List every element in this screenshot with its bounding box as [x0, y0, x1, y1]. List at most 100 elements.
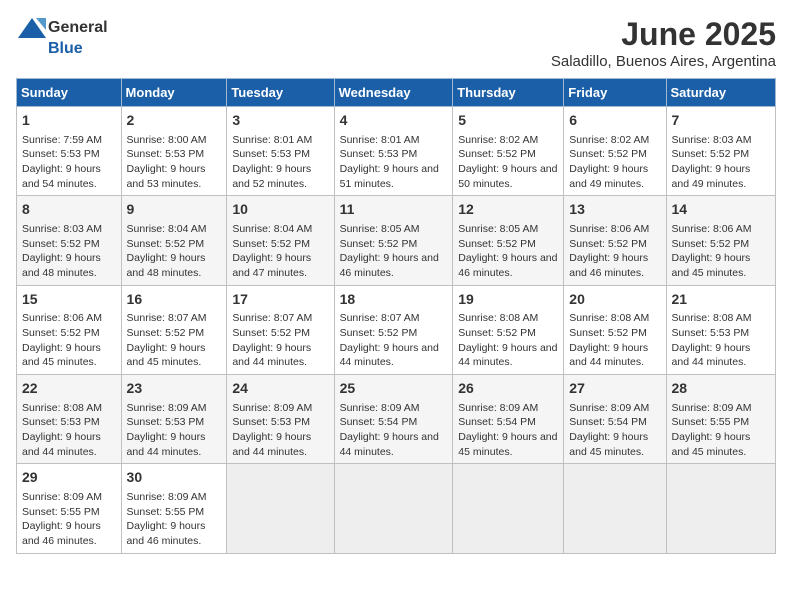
day-number: 23 — [127, 379, 222, 399]
calendar-cell — [666, 464, 775, 553]
daylight-text: Daylight: 9 hours and 54 minutes. — [22, 163, 101, 190]
title-area: June 2025 Saladillo, Buenos Aires, Argen… — [551, 16, 776, 70]
calendar-cell: 6Sunrise: 8:02 AMSunset: 5:52 PMDaylight… — [564, 107, 666, 196]
calendar-cell: 8Sunrise: 8:03 AMSunset: 5:52 PMDaylight… — [17, 196, 122, 285]
sunrise-text: Sunrise: 8:07 AM — [340, 312, 420, 324]
sunset-text: Sunset: 5:52 PM — [672, 238, 750, 250]
col-header-wednesday: Wednesday — [334, 79, 453, 107]
week-row-5: 29Sunrise: 8:09 AMSunset: 5:55 PMDayligh… — [17, 464, 776, 553]
daylight-text: Daylight: 9 hours and 45 minutes. — [458, 431, 557, 458]
sunrise-text: Sunrise: 8:01 AM — [340, 134, 420, 146]
sunrise-text: Sunrise: 8:01 AM — [232, 134, 312, 146]
day-number: 2 — [127, 111, 222, 131]
sunrise-text: Sunrise: 8:08 AM — [672, 312, 752, 324]
calendar-cell: 23Sunrise: 8:09 AMSunset: 5:53 PMDayligh… — [121, 375, 227, 464]
sunrise-text: Sunrise: 8:09 AM — [127, 491, 207, 503]
calendar-cell: 13Sunrise: 8:06 AMSunset: 5:52 PMDayligh… — [564, 196, 666, 285]
week-row-2: 8Sunrise: 8:03 AMSunset: 5:52 PMDaylight… — [17, 196, 776, 285]
week-row-4: 22Sunrise: 8:08 AMSunset: 5:53 PMDayligh… — [17, 375, 776, 464]
daylight-text: Daylight: 9 hours and 45 minutes. — [672, 252, 751, 279]
sunset-text: Sunset: 5:53 PM — [672, 327, 750, 339]
sunrise-text: Sunrise: 8:07 AM — [232, 312, 312, 324]
logo-icon — [16, 16, 48, 40]
day-number: 18 — [340, 290, 448, 310]
sunset-text: Sunset: 5:55 PM — [672, 416, 750, 428]
col-header-friday: Friday — [564, 79, 666, 107]
calendar-cell: 27Sunrise: 8:09 AMSunset: 5:54 PMDayligh… — [564, 375, 666, 464]
calendar-cell: 4Sunrise: 8:01 AMSunset: 5:53 PMDaylight… — [334, 107, 453, 196]
sunset-text: Sunset: 5:53 PM — [127, 148, 205, 160]
sunset-text: Sunset: 5:52 PM — [340, 327, 418, 339]
day-number: 4 — [340, 111, 448, 131]
daylight-text: Daylight: 9 hours and 49 minutes. — [569, 163, 648, 190]
day-number: 1 — [22, 111, 116, 131]
calendar-cell: 12Sunrise: 8:05 AMSunset: 5:52 PMDayligh… — [453, 196, 564, 285]
location-title: Saladillo, Buenos Aires, Argentina — [551, 53, 776, 70]
day-number: 20 — [569, 290, 660, 310]
calendar-cell: 19Sunrise: 8:08 AMSunset: 5:52 PMDayligh… — [453, 285, 564, 374]
sunset-text: Sunset: 5:52 PM — [569, 327, 647, 339]
sunset-text: Sunset: 5:52 PM — [672, 148, 750, 160]
day-number: 24 — [232, 379, 328, 399]
sunrise-text: Sunrise: 8:09 AM — [127, 402, 207, 414]
calendar-cell — [334, 464, 453, 553]
daylight-text: Daylight: 9 hours and 53 minutes. — [127, 163, 206, 190]
day-number: 22 — [22, 379, 116, 399]
sunrise-text: Sunrise: 8:09 AM — [672, 402, 752, 414]
calendar-cell — [453, 464, 564, 553]
calendar-cell — [227, 464, 334, 553]
sunrise-text: Sunrise: 8:06 AM — [569, 223, 649, 235]
sunset-text: Sunset: 5:53 PM — [232, 416, 310, 428]
col-header-sunday: Sunday — [17, 79, 122, 107]
calendar-cell: 17Sunrise: 8:07 AMSunset: 5:52 PMDayligh… — [227, 285, 334, 374]
sunrise-text: Sunrise: 8:08 AM — [569, 312, 649, 324]
calendar-cell: 25Sunrise: 8:09 AMSunset: 5:54 PMDayligh… — [334, 375, 453, 464]
day-number: 19 — [458, 290, 558, 310]
sunrise-text: Sunrise: 8:09 AM — [232, 402, 312, 414]
week-row-1: 1 Sunrise: 7:59 AM Sunset: 5:53 PM Daylight… — [17, 107, 776, 196]
day-number: 3 — [232, 111, 328, 131]
calendar-table: SundayMondayTuesdayWednesdayThursdayFrid… — [16, 78, 776, 554]
sunrise-text: Sunrise: 8:02 AM — [458, 134, 538, 146]
sunset-text: Sunset: 5:52 PM — [458, 327, 536, 339]
day-number: 16 — [127, 290, 222, 310]
day-number: 17 — [232, 290, 328, 310]
sunset-text: Sunset: 5:52 PM — [127, 327, 205, 339]
daylight-text: Daylight: 9 hours and 52 minutes. — [232, 163, 311, 190]
daylight-text: Daylight: 9 hours and 48 minutes. — [127, 252, 206, 279]
day-number: 11 — [340, 200, 448, 220]
day-number: 15 — [22, 290, 116, 310]
day-number: 27 — [569, 379, 660, 399]
sunrise-text: Sunrise: 8:00 AM — [127, 134, 207, 146]
sunrise-text: Sunrise: 8:03 AM — [672, 134, 752, 146]
day-number: 21 — [672, 290, 770, 310]
calendar-cell: 26Sunrise: 8:09 AMSunset: 5:54 PMDayligh… — [453, 375, 564, 464]
calendar-cell — [564, 464, 666, 553]
sunset-text: Sunset: 5:52 PM — [458, 238, 536, 250]
daylight-text: Daylight: 9 hours and 46 minutes. — [22, 520, 101, 547]
day-number: 29 — [22, 468, 116, 488]
daylight-text: Daylight: 9 hours and 49 minutes. — [672, 163, 751, 190]
col-header-monday: Monday — [121, 79, 227, 107]
calendar-cell: 16Sunrise: 8:07 AMSunset: 5:52 PMDayligh… — [121, 285, 227, 374]
calendar-cell: 11Sunrise: 8:05 AMSunset: 5:52 PMDayligh… — [334, 196, 453, 285]
day-number: 7 — [672, 111, 770, 131]
day-number: 25 — [340, 379, 448, 399]
sunrise-text: Sunrise: 8:03 AM — [22, 223, 102, 235]
calendar-cell: 2 Sunrise: 8:00 AM Sunset: 5:53 PM Daylight… — [121, 107, 227, 196]
sunset-text: Sunset: 5:52 PM — [232, 327, 310, 339]
day-number: 26 — [458, 379, 558, 399]
sunset-text: Sunset: 5:53 PM — [232, 148, 310, 160]
logo-blue: Blue — [48, 40, 83, 58]
daylight-text: Daylight: 9 hours and 44 minutes. — [22, 431, 101, 458]
calendar-cell: 1Sunrise: 7:59 AMSunset: 5:53 PMDaylight… — [17, 107, 122, 196]
day-number: 28 — [672, 379, 770, 399]
daylight-text: Daylight: 9 hours and 44 minutes. — [232, 431, 311, 458]
logo-general: General — [48, 19, 108, 37]
calendar-cell: 15Sunrise: 8:06 AMSunset: 5:52 PMDayligh… — [17, 285, 122, 374]
day-number: 14 — [672, 200, 770, 220]
daylight-text: Daylight: 9 hours and 44 minutes. — [458, 342, 557, 369]
calendar-cell: 3 Sunrise: 8:01 AM Sunset: 5:53 PM Daylight… — [227, 107, 334, 196]
daylight-text: Daylight: 9 hours and 46 minutes. — [458, 252, 557, 279]
sunrise-text: Sunrise: 7:59 AM — [22, 134, 102, 146]
